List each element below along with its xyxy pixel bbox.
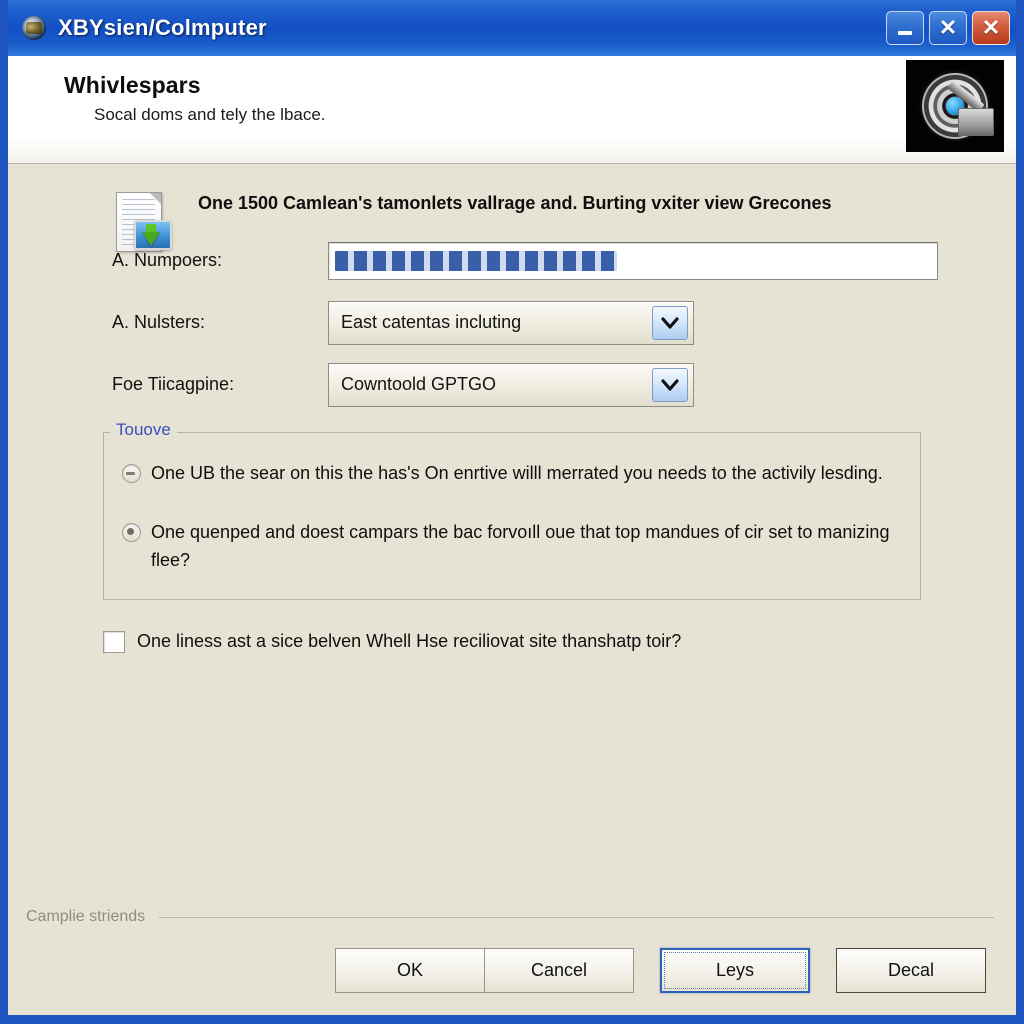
footer-note: Camplie striends xyxy=(8,908,1016,926)
masked-selection-text xyxy=(335,250,617,271)
window-controls: ✕ ✕ xyxy=(886,11,1010,45)
button-bar: OK Cancel Leys Decal xyxy=(8,948,1016,1015)
radio-option-1-label: One UB the sear on this the has's On enr… xyxy=(151,462,883,483)
form-section: A. Numpoers: A. Nulsters: East catentas … xyxy=(8,240,1016,426)
ok-button-label: OK xyxy=(396,960,423,980)
chevron-down-icon[interactable] xyxy=(652,367,688,402)
footer-note-text: Camplie striends xyxy=(26,908,146,925)
agreement-checkbox[interactable]: One liness ast a sice belven Whell Hse r… xyxy=(103,628,1016,655)
header-title: Whivlespars xyxy=(64,72,201,98)
cancel-button-label: Cancel xyxy=(530,960,588,980)
minimize-button[interactable] xyxy=(886,11,924,45)
radio-option-1[interactable]: One UB the sear on this the has's On enr… xyxy=(122,459,902,488)
decal-button-label: Decal xyxy=(887,960,935,980)
agreement-checkbox-label: One liness ast a sice belven Whell Hse r… xyxy=(137,631,682,652)
checkbox-icon[interactable] xyxy=(103,631,125,654)
radio-option-2[interactable]: One quenped and doest campars the bac fo… xyxy=(122,518,902,576)
nulsters-label: A. Nulsters: xyxy=(112,312,206,333)
form-row-nulsters: A. Nulsters: East catentas incluting xyxy=(112,300,1016,345)
chevron-down-icon[interactable] xyxy=(652,305,688,340)
intro-section: One 1500 Camlean's tamonlets vallrage an… xyxy=(8,190,1016,252)
decal-button[interactable]: Decal xyxy=(836,948,986,993)
tiicagpine-value: Cowntoold GPTGO xyxy=(341,374,497,395)
radio-option-2-label: One quenped and doest campars the bac fo… xyxy=(151,521,890,571)
dialog-window: XBYsien/Colmputer ✕ ✕ Whivlespars Socal … xyxy=(0,0,1024,1024)
maximize-button[interactable]: ✕ xyxy=(929,11,967,45)
download-arrow-icon xyxy=(142,232,160,246)
ok-button[interactable]: OK xyxy=(335,948,485,993)
header-text-group: Whivlespars Socal doms and tely the lbac… xyxy=(64,68,326,125)
intro-text: One 1500 Camlean's tamonlets vallrage an… xyxy=(198,193,832,213)
tiicagpine-label: Foe Tiicagpine: xyxy=(112,374,235,395)
numpoers-input[interactable] xyxy=(328,241,938,280)
header-band: Whivlespars Socal doms and tely the lbac… xyxy=(8,56,1016,164)
cancel-button[interactable]: Cancel xyxy=(484,948,634,993)
touove-group: Touove One UB the sear on this the has's… xyxy=(103,419,921,601)
close-button[interactable]: ✕ xyxy=(972,11,1010,45)
footer-divider xyxy=(159,916,994,918)
window-title: XBYsien/Colmputer xyxy=(58,15,267,40)
nulsters-select[interactable]: East catentas incluting xyxy=(328,300,694,345)
globe-computer-icon xyxy=(22,16,46,40)
dialog-body: One 1500 Camlean's tamonlets vallrage an… xyxy=(8,164,1016,1015)
minimize-icon xyxy=(898,31,912,35)
document-download-icon xyxy=(112,192,174,258)
disc-drive-icon xyxy=(906,60,1004,152)
nulsters-value: East catentas incluting xyxy=(341,312,522,333)
radio-icon[interactable] xyxy=(122,463,141,483)
title-bar: XBYsien/Colmputer ✕ ✕ xyxy=(8,0,1016,56)
form-row-numpoers: A. Numpoers: xyxy=(112,240,1016,282)
header-subtitle: Socal doms and tely the lbace. xyxy=(94,105,326,124)
disc-box-shape xyxy=(958,108,994,136)
leys-button-label: Leys xyxy=(715,960,755,980)
document-fold-shape xyxy=(150,193,161,204)
radio-icon[interactable] xyxy=(122,522,141,542)
maximize-icon: ✕ xyxy=(938,15,958,40)
tiicagpine-select[interactable]: Cowntoold GPTGO xyxy=(328,362,694,407)
form-row-tiicagpine: Foe Tiicagpine: Cowntoold GPTGO xyxy=(112,362,1016,407)
group-legend: Touove xyxy=(110,419,177,440)
screen-root: XBYsien/Colmputer ✕ ✕ Whivlespars Socal … xyxy=(0,0,1024,1024)
close-icon: ✕ xyxy=(981,15,1001,40)
leys-button[interactable]: Leys xyxy=(660,948,810,993)
